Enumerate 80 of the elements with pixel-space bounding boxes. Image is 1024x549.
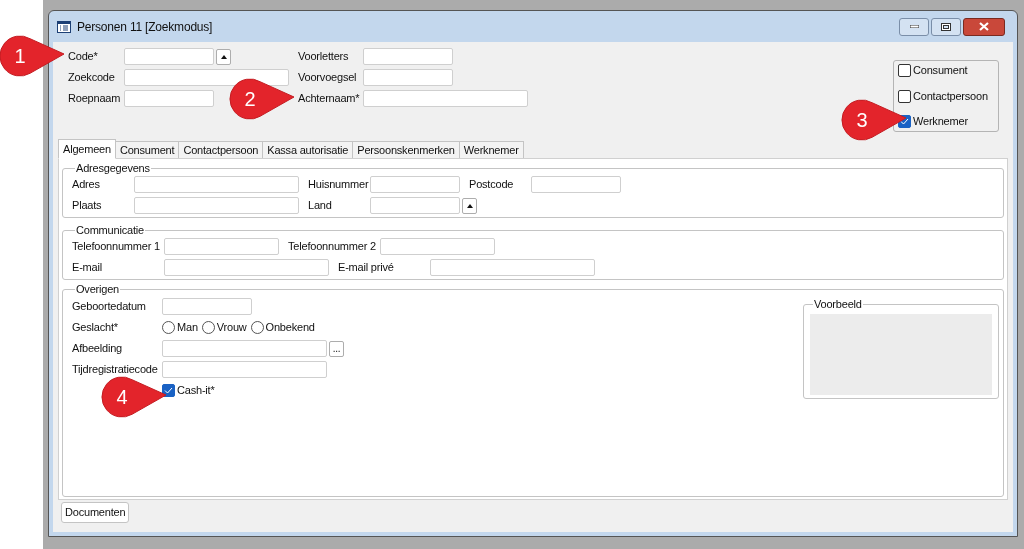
- field-label: Zoekcode: [68, 70, 116, 86]
- callout-pin: [226, 75, 296, 123]
- tab[interactable]: Werknemer: [458, 141, 524, 159]
- text-field[interactable]: [370, 176, 460, 193]
- field-label: Code*: [68, 49, 99, 65]
- check-icon: [164, 387, 173, 394]
- close-icon: [979, 22, 989, 31]
- checkbox-label: Contactpersoon: [913, 88, 988, 104]
- callout-number: 4: [115, 385, 129, 409]
- group-title: Voorbeeld: [813, 298, 863, 311]
- up-triangle-icon: [220, 54, 227, 59]
- text-field[interactable]: [162, 340, 327, 357]
- close-button[interactable]: [963, 17, 1005, 36]
- callout-number: 1: [13, 44, 27, 68]
- field-label: Roepnaam: [68, 91, 122, 107]
- text-field[interactable]: [430, 259, 595, 276]
- text-field[interactable]: [380, 238, 495, 255]
- field-label: Voorvoegsel: [298, 70, 358, 86]
- field-label: Afbeelding: [72, 341, 123, 357]
- radio-button[interactable]: [201, 321, 215, 334]
- checkbox[interactable]: [898, 64, 911, 77]
- checkbox-label: Werknemer: [913, 114, 968, 130]
- field-label: Tijdregistratiecode: [72, 362, 159, 378]
- field-label: Achternaam*: [298, 91, 361, 107]
- group-title: Overigen: [75, 283, 121, 296]
- checkbox[interactable]: [162, 384, 175, 397]
- text-field[interactable]: [531, 176, 621, 193]
- tab[interactable]: Contactpersoon: [178, 141, 264, 159]
- text-field[interactable]: [124, 90, 214, 107]
- checkbox-label: Consument: [913, 63, 968, 79]
- restore-icon: [941, 22, 951, 31]
- text-field[interactable]: [162, 361, 327, 378]
- callout-number: 3: [855, 108, 869, 132]
- field-label: Postcode: [469, 177, 515, 193]
- field-label: Plaats: [72, 198, 103, 214]
- field-label: E-mail privé: [338, 260, 395, 276]
- radio-button[interactable]: [250, 321, 264, 334]
- field-label: Telefoonnummer 2: [288, 239, 377, 255]
- window-title: Personen 11 [Zoekmodus]: [77, 18, 213, 36]
- up-triangle-icon: [466, 203, 473, 208]
- checkbox-label: Cash-it*: [177, 383, 215, 399]
- group-title: Adresgegevens: [75, 162, 151, 175]
- documents-button[interactable]: Documenten: [61, 502, 130, 523]
- text-field[interactable]: [363, 69, 453, 86]
- callout-number: 2: [243, 87, 257, 111]
- text-field[interactable]: [363, 48, 453, 65]
- maximize-button[interactable]: [931, 17, 961, 36]
- text-field[interactable]: [134, 176, 299, 193]
- callout-pin: [0, 32, 66, 80]
- minimize-icon: [909, 25, 919, 28]
- radio-label: Man: [177, 320, 198, 336]
- group-title: Communicatie: [75, 224, 145, 237]
- text-field[interactable]: [124, 48, 214, 65]
- field-label: E-mail: [72, 260, 103, 276]
- field-label: Geslacht*: [72, 320, 119, 336]
- field-label: Land: [308, 198, 333, 214]
- text-field[interactable]: [363, 90, 528, 107]
- text-field[interactable]: [370, 197, 460, 214]
- field-label: Telefoonnummer 1: [72, 239, 161, 255]
- radio-button[interactable]: [162, 321, 175, 334]
- text-field[interactable]: [164, 238, 279, 255]
- text-field[interactable]: [134, 197, 299, 214]
- lookup-button[interactable]: [462, 197, 477, 214]
- tab[interactable]: Algemeen: [58, 139, 116, 159]
- field-label: Voorletters: [298, 49, 350, 65]
- text-field[interactable]: [124, 69, 289, 86]
- browse-button[interactable]: ...: [329, 340, 344, 357]
- callout-pin: [98, 373, 168, 421]
- text-field[interactable]: [164, 259, 329, 276]
- field-label: Geboortedatum: [72, 299, 147, 315]
- form-icon: [57, 20, 71, 33]
- lookup-button[interactable]: [216, 48, 231, 65]
- field-label: Adres: [72, 177, 101, 193]
- text-field[interactable]: [162, 298, 252, 315]
- checkbox[interactable]: [898, 89, 911, 103]
- field-label: Huisnummer: [308, 177, 370, 193]
- callout-pin: [838, 96, 908, 144]
- check-icon: [900, 118, 909, 125]
- radio-label: Onbekend: [265, 320, 315, 336]
- radio-label: Vrouw: [216, 320, 247, 336]
